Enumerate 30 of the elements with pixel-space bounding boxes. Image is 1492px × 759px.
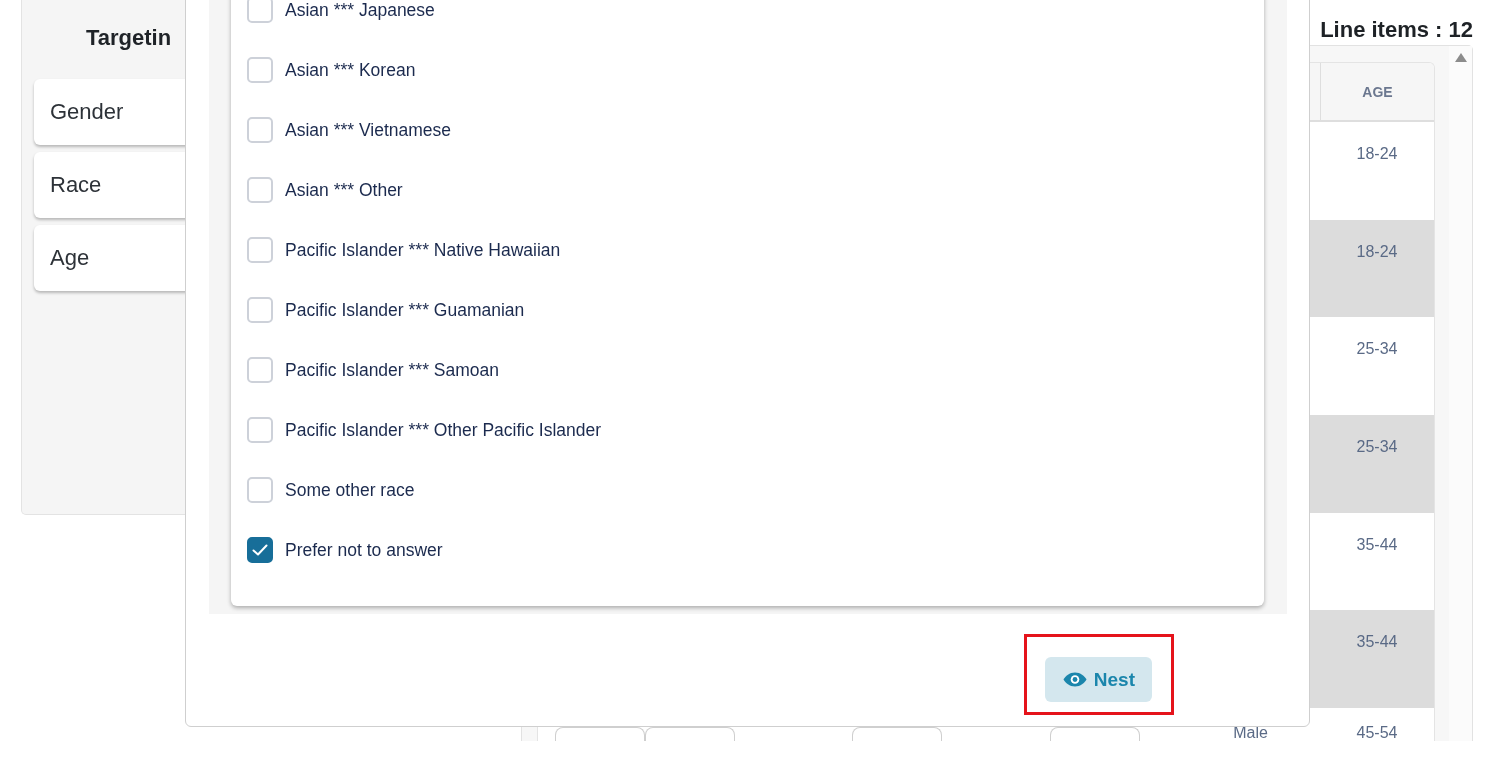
table-cell: 18-24: [1356, 145, 1398, 162]
column-header: AGE: [1320, 63, 1434, 120]
option-label[interactable]: Some other race: [285, 480, 415, 500]
table-cell: 18-24: [1356, 242, 1398, 260]
line-items-count: Line items : 12: [1320, 18, 1473, 44]
table-cell: 25-34: [1356, 438, 1398, 456]
option-label[interactable]: Pacific Islander *** Guamanian: [285, 300, 525, 320]
table-cell: 35-44: [1356, 535, 1398, 553]
option-label[interactable]: Asian *** Other: [285, 180, 403, 200]
panel-title: Targetin: [85, 26, 173, 50]
checkmark-icon: [252, 544, 268, 556]
option-label[interactable]: Asian *** Japanese: [285, 0, 435, 20]
option-label[interactable]: Asian *** Korean: [285, 60, 416, 80]
option-label[interactable]: Asian *** Vietnamese: [285, 120, 452, 140]
table-cell: 25-34: [1356, 340, 1398, 358]
input-field[interactable]: [555, 727, 645, 741]
table-cell: Male: [1233, 724, 1268, 741]
input-field[interactable]: [852, 727, 942, 741]
input-field[interactable]: [645, 727, 735, 741]
table-cell: 35-44: [1356, 633, 1398, 651]
table-cell: 45-54: [1356, 724, 1398, 741]
input-field[interactable]: [1050, 727, 1140, 741]
eye-icon: [1062, 672, 1087, 687]
option-label[interactable]: Pacific Islander *** Native Hawaiian: [285, 240, 561, 260]
checkbox[interactable]: [247, 537, 273, 563]
option-label[interactable]: Pacific Islander *** Samoan: [285, 360, 499, 380]
option-label[interactable]: Prefer not to answer: [285, 540, 443, 560]
scroll-up-icon[interactable]: [1454, 53, 1467, 62]
option-label[interactable]: Pacific Islander *** Other Pacific Islander: [285, 420, 602, 440]
scrollbar-track[interactable]: [1449, 46, 1472, 741]
